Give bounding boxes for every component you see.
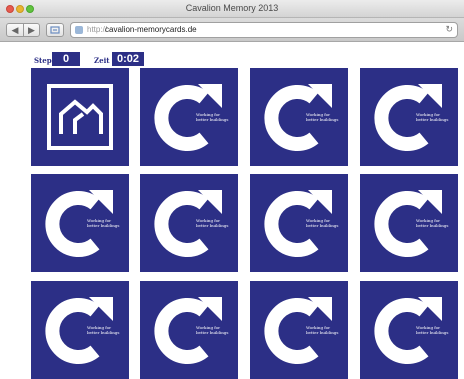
card-slogan-line2: better buildings [306, 330, 339, 335]
card-slogan: Working for better buildings [306, 325, 346, 335]
card-slogan: Working for better buildings [196, 218, 236, 228]
card-slogan: Working for better buildings [196, 112, 236, 122]
memory-card[interactable]: Working for better buildings [360, 68, 458, 166]
url-text: cavalion-memorycards.de [105, 25, 197, 34]
card-slogan: Working for better buildings [416, 112, 456, 122]
site-icon [75, 26, 83, 34]
memory-card[interactable]: Working for better buildings [250, 174, 348, 272]
address-bar[interactable]: http:// cavalion-memorycards.de ↻ [70, 22, 458, 38]
browser-toolbar: ◀ ▶ http:// cavalion-memorycards.de ↻ [0, 18, 464, 42]
card-slogan: Working for better buildings [416, 218, 456, 228]
card-slogan-line2: better buildings [196, 117, 229, 122]
card-slogan: Working for better buildings [416, 325, 456, 335]
card-slogan-line2: better buildings [306, 117, 339, 122]
card-slogan-line2: better buildings [196, 330, 229, 335]
forward-button[interactable]: ▶ [23, 23, 40, 37]
memory-card[interactable]: Working for better buildings [360, 174, 458, 272]
card-slogan: Working for better buildings [87, 325, 127, 335]
memory-card[interactable]: Working for better buildings [140, 281, 238, 379]
reload-icon[interactable]: ↻ [445, 24, 453, 35]
memory-card[interactable]: Working for better buildings [140, 174, 238, 272]
steps-counter: 0 [52, 52, 80, 66]
card-slogan-line2: better buildings [196, 223, 229, 228]
memory-card-revealed[interactable] [31, 68, 129, 166]
card-slogan: Working for better buildings [306, 218, 346, 228]
card-slogan-line2: better buildings [416, 330, 449, 335]
card-slogan-line2: better buildings [87, 330, 120, 335]
time-label: Zeit [94, 56, 110, 65]
url-prefix: http:// [87, 25, 108, 34]
card-slogan: Working for better buildings [87, 218, 127, 228]
card-slogan: Working for better buildings [306, 112, 346, 122]
time-counter: 0:02 [112, 52, 144, 66]
memory-card[interactable]: Working for better buildings [250, 281, 348, 379]
memory-card[interactable]: Working for better buildings [31, 174, 129, 272]
memory-card[interactable]: Working for better buildings [140, 68, 238, 166]
title-bar: Cavalion Memory 2013 [0, 0, 464, 18]
share-button[interactable] [46, 23, 64, 37]
house-icon [47, 84, 113, 150]
card-slogan-line2: better buildings [306, 223, 339, 228]
card-slogan-line2: better buildings [87, 223, 120, 228]
back-button[interactable]: ◀ [6, 23, 24, 37]
memory-card[interactable]: Working for better buildings [31, 281, 129, 379]
memory-card[interactable]: Working for better buildings [360, 281, 458, 379]
card-slogan-line2: better buildings [416, 223, 449, 228]
share-icon [50, 26, 60, 34]
memory-card[interactable]: Working for better buildings [250, 68, 348, 166]
card-slogan: Working for better buildings [196, 325, 236, 335]
card-slogan-line2: better buildings [416, 117, 449, 122]
window-title: Cavalion Memory 2013 [185, 3, 279, 13]
